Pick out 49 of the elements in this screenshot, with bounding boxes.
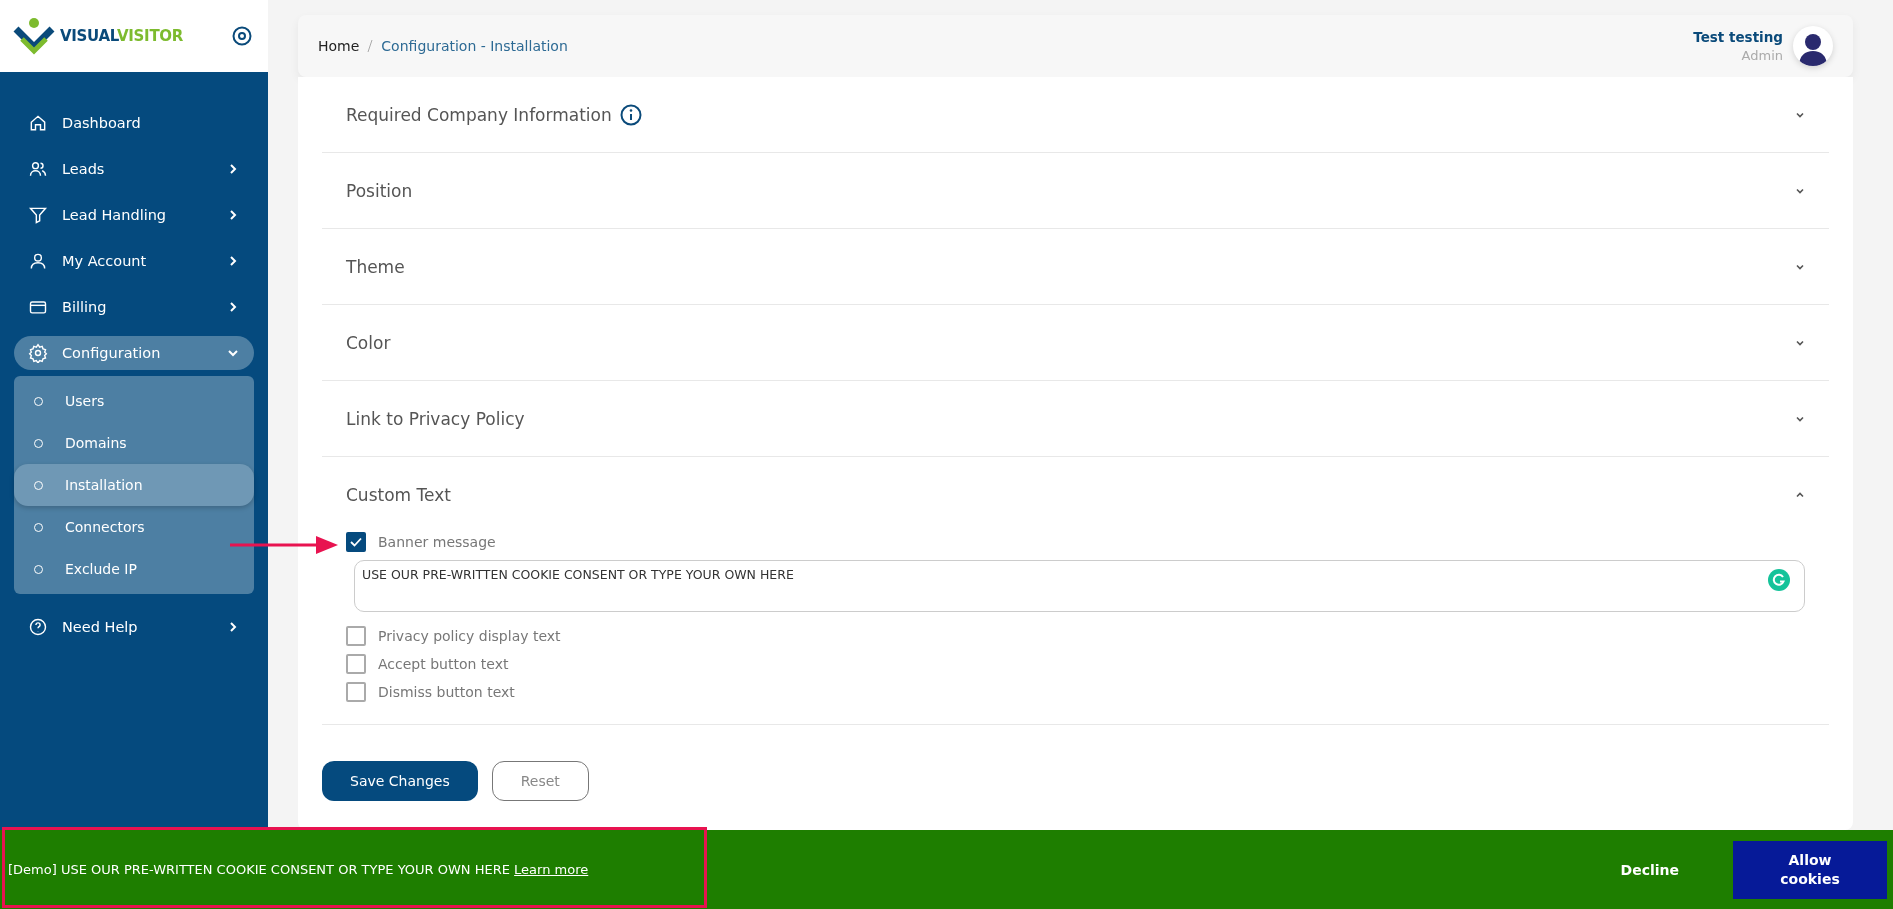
sidebar-item-icon — [28, 159, 48, 179]
save-button[interactable]: Save Changes — [322, 761, 478, 801]
accordion-header[interactable]: Position — [322, 153, 1829, 228]
checkbox-label: Accept button text — [378, 656, 509, 672]
logo-icon — [12, 17, 56, 55]
breadcrumb-current: Configuration - Installation — [381, 38, 568, 54]
checkmark-icon — [350, 537, 362, 547]
avatar[interactable] — [1793, 26, 1833, 66]
checkbox-label: Privacy policy display text — [378, 628, 561, 644]
sidebar-item-icon — [28, 343, 48, 363]
submenu-item[interactable]: Users — [14, 380, 254, 422]
person-silhouette-icon — [1798, 32, 1828, 66]
sidebar-item-icon — [28, 113, 48, 133]
user-name: Test testing — [1693, 29, 1783, 45]
cookie-message: [Demo] USE OUR PRE-WRITTEN COOKIE CONSENT OR TYPE YOUR OWN HERE Learn more — [8, 862, 590, 877]
sidebar-item-icon — [28, 205, 48, 225]
slash-icon — [367, 39, 374, 53]
target-icon[interactable] — [232, 26, 252, 46]
accordion-header[interactable]: Required Company Information — [322, 77, 1829, 152]
user-role: Admin — [1741, 48, 1783, 63]
checkbox[interactable] — [346, 626, 366, 646]
text-area[interactable]: USE OUR PRE-WRITTEN COOKIE CONSENT OR TYPE YOUR OWN HERE — [354, 560, 1805, 612]
accordion-header[interactable]: Theme — [322, 229, 1829, 304]
submenu-item[interactable]: Exclude IP — [14, 548, 254, 590]
breadcrumb-link[interactable]: Home — [318, 38, 360, 54]
sidebar-item[interactable]: Lead Handling — [14, 192, 254, 238]
checkbox[interactable] — [346, 682, 366, 702]
accordion-header[interactable]: Link to Privacy Policy — [322, 381, 1829, 456]
sidebar-item[interactable]: My Account — [14, 238, 254, 284]
sidebar-item[interactable]: Dashboard — [14, 100, 254, 146]
allow-cookies-button[interactable]: Allow cookies — [1733, 840, 1887, 899]
sidebar-item[interactable]: Need Help — [14, 604, 254, 650]
reset-button[interactable]: Reset — [491, 761, 589, 801]
submenu-item[interactable]: Connectors — [14, 506, 254, 548]
sidebar-item-icon — [28, 617, 48, 637]
checkbox-label: Banner message — [378, 534, 496, 550]
checkbox[interactable] — [346, 654, 366, 674]
sidebar-item[interactable]: Billing — [14, 284, 254, 330]
decline-button[interactable]: Decline — [1614, 860, 1685, 879]
sidebar-item[interactable]: Configuration — [14, 336, 254, 370]
sidebar-item[interactable]: Leads — [14, 146, 254, 192]
sidebar-item-icon — [28, 251, 48, 271]
accordion-header[interactable]: Custom Text — [322, 457, 1829, 532]
logo-text: VISUALVISITOR — [60, 27, 184, 45]
accordion-header[interactable]: Color — [322, 305, 1829, 380]
checkbox-label: Dismiss button text — [378, 684, 515, 700]
learn-more-link[interactable]: Learn more — [514, 862, 589, 877]
submenu-item[interactable]: Domains — [14, 422, 254, 464]
checkbox[interactable] — [346, 532, 366, 552]
